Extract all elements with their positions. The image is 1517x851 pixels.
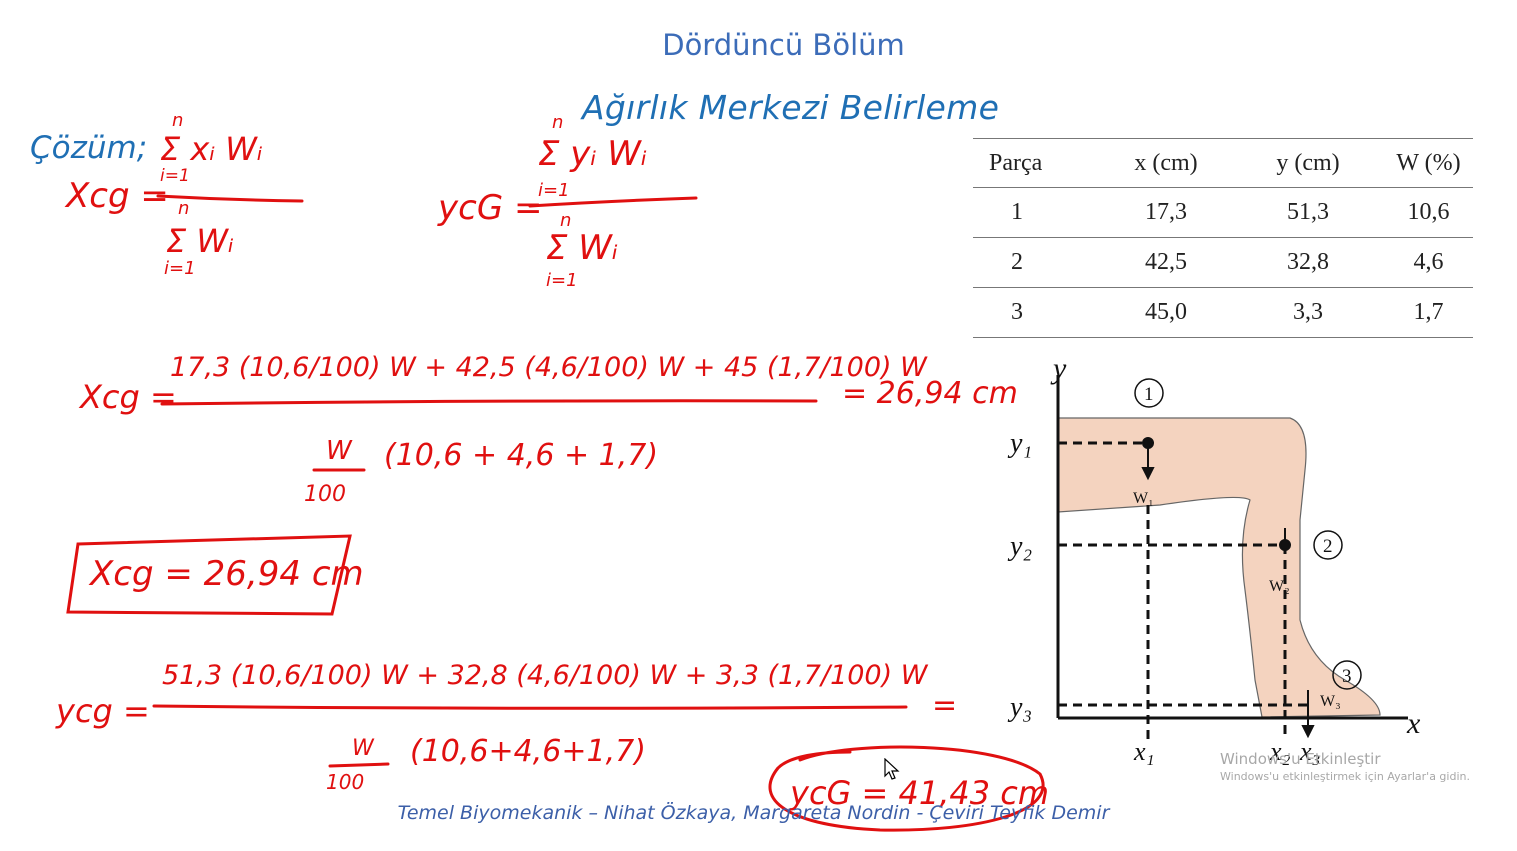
activation-watermark-title: Windows'u Etkinleştir xyxy=(1220,750,1381,768)
y3-label: y₃ xyxy=(1007,692,1032,723)
ycg-den-small-bar xyxy=(328,762,390,768)
w1-label: W₁ xyxy=(1133,490,1154,507)
w3-label: W₃ xyxy=(1320,693,1341,710)
y1-label: y₁ xyxy=(1007,428,1032,459)
xcg-fraction-bar xyxy=(156,194,304,203)
footer-citation: Temel Biyomekanik – Nihat Özkaya, Margar… xyxy=(397,802,1110,824)
x1-label: x₁ xyxy=(1133,737,1155,766)
ycg-calc-fraction-bar xyxy=(152,704,908,710)
activation-watermark-subtitle: Windows'u etkinleştirmek için Ayarlar'a … xyxy=(1220,770,1470,783)
marker-label-2: 2 xyxy=(1323,536,1333,557)
ycg-fraction-bar xyxy=(528,196,698,208)
xcg-result-box xyxy=(66,534,352,616)
x-axis-label: x xyxy=(1406,707,1421,740)
leg-silhouette xyxy=(1057,417,1381,718)
y-axis-label: y xyxy=(1050,352,1067,385)
w3-arrowhead xyxy=(1301,725,1315,739)
mouse-cursor-icon xyxy=(884,758,900,780)
marker-label-3: 3 xyxy=(1342,666,1352,687)
xcg-calc-fraction-bar xyxy=(160,399,818,406)
w2-label: W₂ xyxy=(1269,578,1290,595)
segment-diagram: 1 2 3 y x y₁ y₂ y₃ x₁ x₂ x₃ W₁ W₂ W₃ xyxy=(1007,352,1421,766)
y2-label: y₂ xyxy=(1007,531,1032,562)
marker-label-1: 1 xyxy=(1144,384,1154,405)
